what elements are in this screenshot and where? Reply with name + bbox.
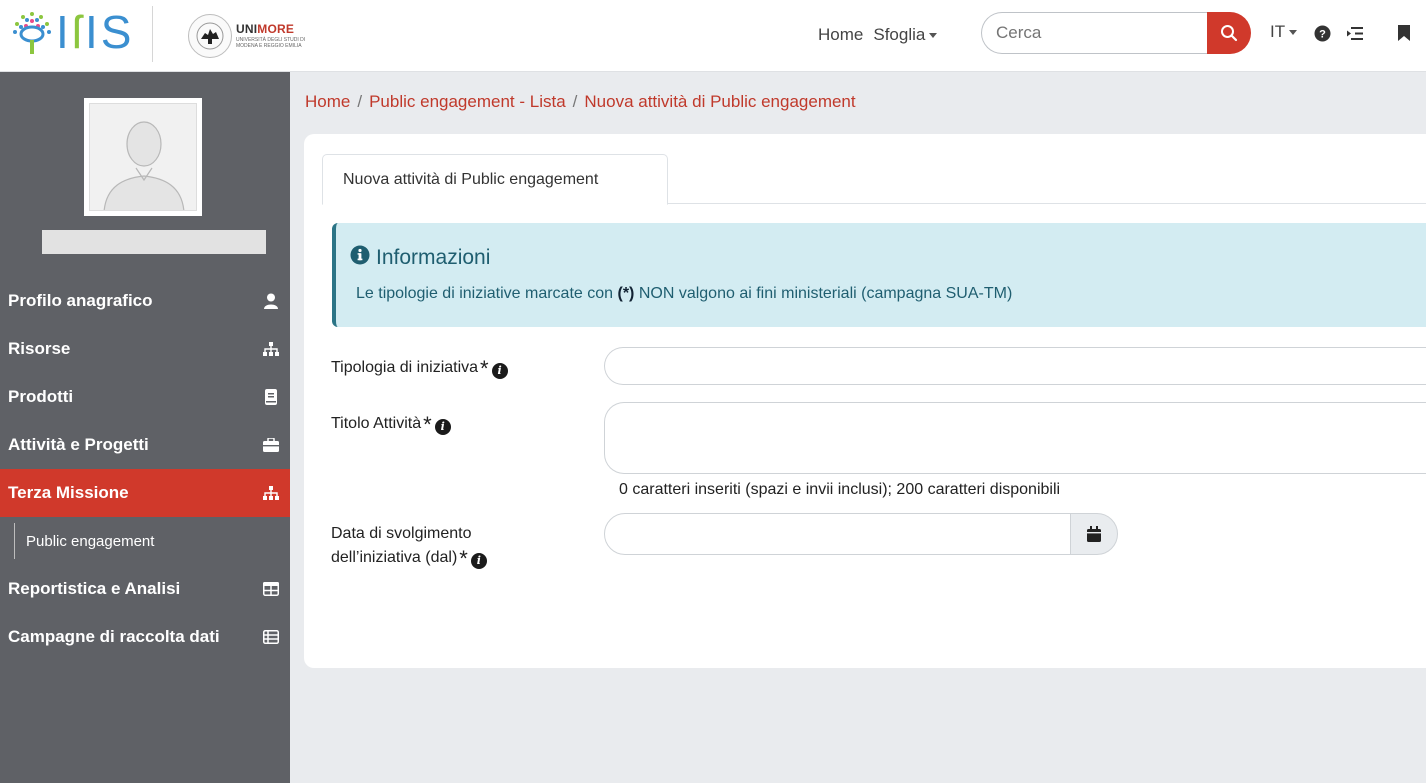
required-marker: *: [459, 546, 468, 571]
sidebar-item-label: Profilo anagrafico: [8, 291, 153, 310]
top-navbar: IſIS UNIMORE UNIVERSITÀ DEGLI STUDI DI M…: [0, 0, 1426, 72]
alert-title: Informazioni: [350, 245, 490, 271]
data-label-line2: dell’iniziativa (dal): [331, 549, 458, 566]
data-label-line1: Data di svolgimento: [331, 525, 472, 542]
sidebar-item-label: Attività e Progetti: [8, 435, 149, 454]
info-icon[interactable]: i: [491, 363, 508, 379]
brand-divider: [152, 6, 153, 62]
titolo-textarea[interactable]: [604, 402, 1426, 474]
date-input[interactable]: [604, 513, 1072, 555]
calendar-button[interactable]: [1070, 513, 1118, 555]
alert-title-text: Informazioni: [376, 246, 491, 269]
sidebar-item-reportistica[interactable]: Reportistica e Analisi: [0, 565, 290, 613]
nav-browse-dropdown[interactable]: Sfoglia: [873, 25, 938, 45]
sidebar-item-profilo-anagrafico[interactable]: Profilo anagrafico: [0, 277, 290, 325]
info-icon[interactable]: i: [434, 419, 451, 435]
alert-text-before: Le tipologie di iniziative marcate con: [356, 285, 618, 302]
sitemap-icon: [262, 340, 280, 358]
alert-text-bold: (*): [617, 285, 635, 302]
main-card: Nuova attività di Public engagement Info…: [304, 134, 1426, 668]
tipologia-label-text: Tipologia di iniziativa: [331, 359, 479, 376]
user-name-redacted: [42, 230, 266, 254]
tipologia-label: Tipologia di iniziativa* i: [331, 356, 508, 381]
sidebar-item-terza-missione[interactable]: Terza Missione: [0, 469, 290, 517]
sidebar-item-label: Campagne di raccolta dati: [8, 627, 220, 646]
sidebar-subitem-label: Public engagement: [26, 532, 155, 550]
briefcase-icon: [262, 436, 280, 454]
sidebar-item-label: Prodotti: [8, 387, 74, 406]
breadcrumb-home-link[interactable]: Home: [305, 92, 350, 112]
titolo-label: Titolo Attività* i: [331, 412, 451, 437]
breadcrumb-current-link[interactable]: Nuova attività di Public engagement: [584, 92, 855, 112]
search-button[interactable]: [1207, 12, 1251, 54]
sidebar-item-label: Reportistica e Analisi: [8, 579, 181, 598]
search-input[interactable]: [981, 12, 1209, 54]
iris-logo[interactable]: IſIS: [12, 6, 135, 58]
unimore-logo[interactable]: UNIMORE UNIVERSITÀ DEGLI STUDI DI MODENA…: [188, 14, 306, 58]
sidebar-subitem-public-engagement[interactable]: Public engagement: [0, 517, 290, 565]
alert-message: Le tipologie di iniziative marcate con (…: [356, 285, 1012, 303]
breadcrumb-separator: /: [572, 92, 578, 111]
calendar-icon: [1087, 526, 1101, 542]
unimore-seal-icon: [188, 14, 232, 58]
sidebar-item-label: Terza Missione: [8, 483, 129, 502]
bookmark-icon[interactable]: [1394, 22, 1414, 44]
avatar-placeholder-icon: [89, 103, 197, 211]
help-icon[interactable]: ?: [1312, 22, 1332, 44]
svg-text:?: ?: [1319, 28, 1326, 40]
sidebar-item-risorse[interactable]: Risorse: [0, 325, 290, 373]
university-name: UNIMORE: [236, 22, 295, 36]
tipologia-select[interactable]: [604, 347, 1426, 385]
sitemap-icon: [262, 484, 280, 502]
tab-nuova-attivita[interactable]: Nuova attività di Public engagement: [322, 154, 668, 205]
iris-flower-icon: [12, 10, 52, 54]
sidebar-item-prodotti[interactable]: Prodotti: [0, 373, 290, 421]
sidebar-item-campagne[interactable]: Campagne di raccolta dati: [0, 613, 290, 661]
breadcrumb: Home / Public engagement - Lista / Nuova…: [305, 92, 856, 112]
nav-browse-label: Sfoglia: [873, 25, 926, 44]
main-nav: Home Sfoglia: [818, 17, 947, 53]
book-icon: [262, 388, 280, 406]
iris-logo-text: IſIS: [56, 6, 135, 58]
university-subtitle: UNIVERSITÀ DEGLI STUDI DI MODENA E REGGI…: [236, 37, 306, 49]
titolo-label-text: Titolo Attività: [331, 415, 422, 432]
menu-collapse-icon[interactable]: [1344, 22, 1364, 44]
info-circle-icon: [350, 245, 370, 271]
table-icon: [262, 580, 280, 598]
user-icon: [262, 292, 280, 310]
tab-bar: Nuova attività di Public engagement: [322, 154, 1426, 205]
sidebar-item-attivita-progetti[interactable]: Attività e Progetti: [0, 421, 290, 469]
nav-home-link[interactable]: Home: [818, 25, 863, 45]
tab-label: Nuova attività di Public engagement: [343, 170, 599, 188]
required-marker: *: [423, 412, 432, 437]
info-icon[interactable]: i: [470, 553, 487, 569]
sidebar-item-label: Risorse: [8, 339, 71, 358]
character-counter: 0 caratteri inseriti (spazi e invii incl…: [619, 481, 1061, 498]
search-icon: [1221, 25, 1238, 42]
breadcrumb-separator: /: [357, 92, 363, 111]
alert-text-after: NON valgono ai fini ministeriali (campag…: [634, 285, 1013, 302]
language-selector[interactable]: IT: [1270, 22, 1298, 42]
breadcrumb-list-link[interactable]: Public engagement - Lista: [369, 92, 566, 112]
language-label: IT: [1270, 22, 1286, 41]
sidebar-menu: Profilo anagrafico Risorse Prodotti Atti…: [0, 277, 290, 661]
chevron-down-icon: [929, 33, 938, 39]
required-marker: *: [480, 356, 489, 381]
avatar[interactable]: [84, 98, 202, 216]
data-label: Data di svolgimento dell’iniziativa (dal…: [331, 522, 487, 571]
search-box: [981, 12, 1251, 54]
list-table-icon: [262, 628, 280, 646]
sidebar: Profilo anagrafico Risorse Prodotti Atti…: [0, 72, 290, 783]
info-alert: Informazioni Le tipologie di iniziative …: [332, 223, 1426, 327]
chevron-down-icon: [1289, 30, 1298, 36]
